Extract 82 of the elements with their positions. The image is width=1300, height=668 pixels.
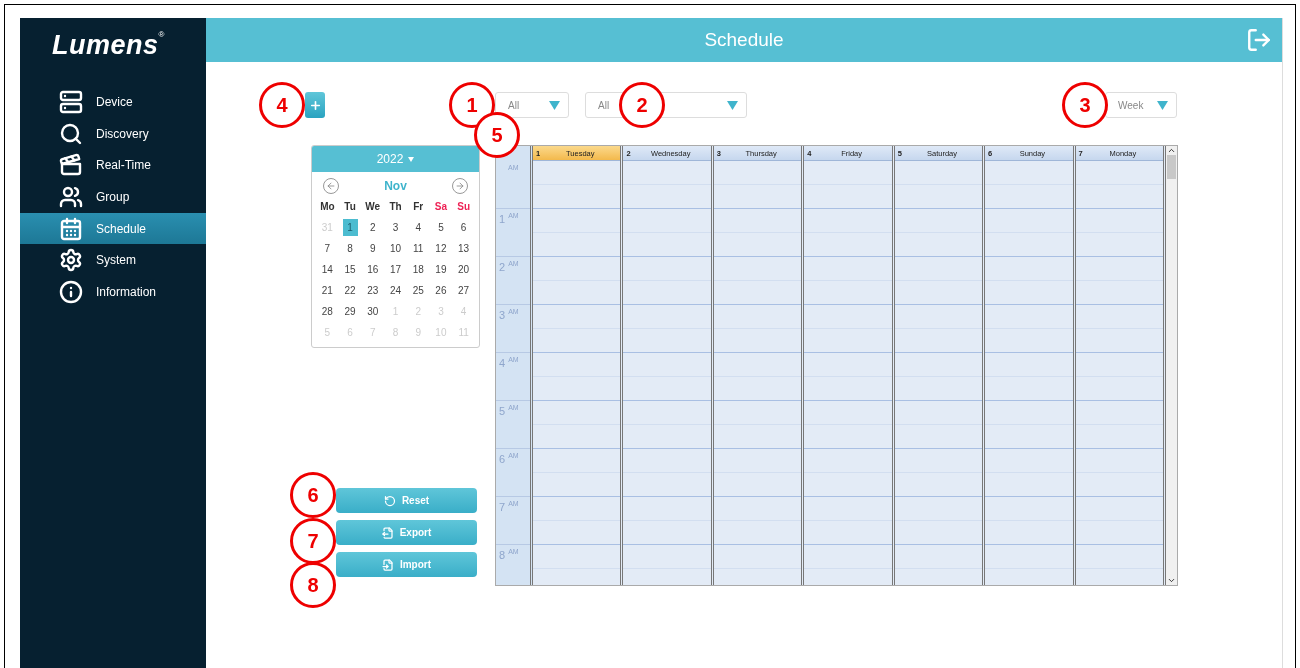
plus-icon xyxy=(308,98,322,112)
calendar-day[interactable]: 22 xyxy=(342,282,358,299)
callout-number: 8 xyxy=(290,562,336,608)
calendar-day[interactable]: 15 xyxy=(342,261,358,278)
caret-icon xyxy=(408,156,415,162)
calendar-day[interactable]: 5 xyxy=(433,219,449,236)
weekday-label: Fr xyxy=(412,200,425,214)
calendar-day[interactable]: 12 xyxy=(433,240,449,257)
people-icon xyxy=(59,184,83,209)
calendar-day[interactable]: 1 xyxy=(342,219,358,236)
scroll-thumb[interactable] xyxy=(1167,155,1176,179)
calendar-day[interactable]: 23 xyxy=(365,282,381,299)
calendar-day[interactable]: 26 xyxy=(433,282,449,299)
time-label: 6 $^{AM}$ xyxy=(499,452,519,465)
file-export-icon xyxy=(381,526,394,539)
weekday-label: Sa xyxy=(433,200,449,214)
callout-number: 4 xyxy=(259,82,305,128)
calendar-day[interactable]: 16 xyxy=(365,261,381,278)
calendar-day[interactable]: 3 xyxy=(388,219,403,236)
calendar-day[interactable]: 24 xyxy=(388,282,403,299)
time-label: 5 $^{AM}$ xyxy=(499,404,519,417)
calendar-day[interactable]: 20 xyxy=(456,261,472,278)
time-label: 1 $^{AM}$ xyxy=(499,212,519,225)
calendar-day[interactable]: 11 xyxy=(410,240,426,257)
calendar-day[interactable]: 25 xyxy=(410,282,426,299)
clapperboard-icon xyxy=(59,153,83,178)
calendar-day[interactable]: 21 xyxy=(319,282,335,299)
calendar-day[interactable]: 2 xyxy=(365,219,381,236)
calendar-day[interactable]: 14 xyxy=(319,261,335,278)
callout-number: 3 xyxy=(1062,82,1108,128)
calendar-day[interactable]: 29 xyxy=(342,303,358,320)
reset-icon xyxy=(383,494,396,507)
caret-icon xyxy=(549,100,560,110)
calendar-day[interactable]: 28 xyxy=(319,303,335,320)
calendar-day[interactable]: 7 xyxy=(319,240,335,257)
weekday-label: We xyxy=(364,200,382,214)
calendar-day[interactable]: 18 xyxy=(410,261,426,278)
nav-item[interactable]: System xyxy=(20,244,206,277)
scrollbar[interactable] xyxy=(1166,146,1177,585)
time-label: 8 $^{AM}$ xyxy=(499,548,519,561)
caret-icon xyxy=(1157,100,1168,110)
calendar-icon xyxy=(59,216,83,241)
time-label: 4 $^{AM}$ xyxy=(499,356,519,369)
nav-item[interactable]: Information xyxy=(20,276,206,308)
view-dropdown[interactable]: Week xyxy=(1105,92,1177,118)
logout-icon[interactable] xyxy=(1246,27,1272,53)
filter-dropdown[interactable]: All xyxy=(495,92,569,118)
month-label: Nov xyxy=(384,179,407,193)
time-label: 2 $^{AM}$ xyxy=(499,260,519,273)
settings-icon xyxy=(59,248,83,273)
nav-item[interactable]: Real-Time xyxy=(20,149,206,182)
calendar-day[interactable]: 9 xyxy=(365,240,381,257)
nav-item[interactable]: Discovery xyxy=(20,117,206,150)
weekday-label: Tu xyxy=(343,200,357,214)
callout-number: 7 xyxy=(290,518,336,564)
server-icon xyxy=(59,89,83,114)
file-import-icon xyxy=(381,558,394,571)
nav-item[interactable]: Group xyxy=(20,181,206,213)
calendar-day[interactable]: 13 xyxy=(456,240,472,257)
calendar-day[interactable]: 8 xyxy=(342,240,358,257)
caret-icon xyxy=(727,100,738,110)
weekday-label: Su xyxy=(456,200,471,214)
nav-item[interactable]: Device xyxy=(20,86,206,118)
calendar-day[interactable]: 6 xyxy=(456,219,472,236)
nav-item[interactable]: Schedule xyxy=(20,212,206,245)
calendar-day[interactable]: 4 xyxy=(410,219,426,236)
add-button[interactable] xyxy=(305,92,325,118)
calendar-day[interactable]: 17 xyxy=(388,261,403,278)
info-icon xyxy=(59,279,83,304)
logo: Lumens$^{®}$ xyxy=(51,29,166,62)
search-icon xyxy=(59,121,83,146)
callout-number: 2 xyxy=(619,82,665,128)
page-title: Schedule xyxy=(704,29,784,51)
calendar-day[interactable]: 19 xyxy=(433,261,449,278)
calendar-day[interactable]: 27 xyxy=(456,282,472,299)
calendar-day[interactable]: 30 xyxy=(365,303,381,320)
weekday-label: Mo xyxy=(319,200,336,214)
weekday-label: Th xyxy=(388,200,403,214)
callout-number: 6 xyxy=(290,472,336,518)
time-label: 3 $^{AM}$ xyxy=(499,308,519,321)
calendar-day[interactable]: 10 xyxy=(388,240,403,257)
time-label: 7 $^{AM}$ xyxy=(499,500,519,513)
